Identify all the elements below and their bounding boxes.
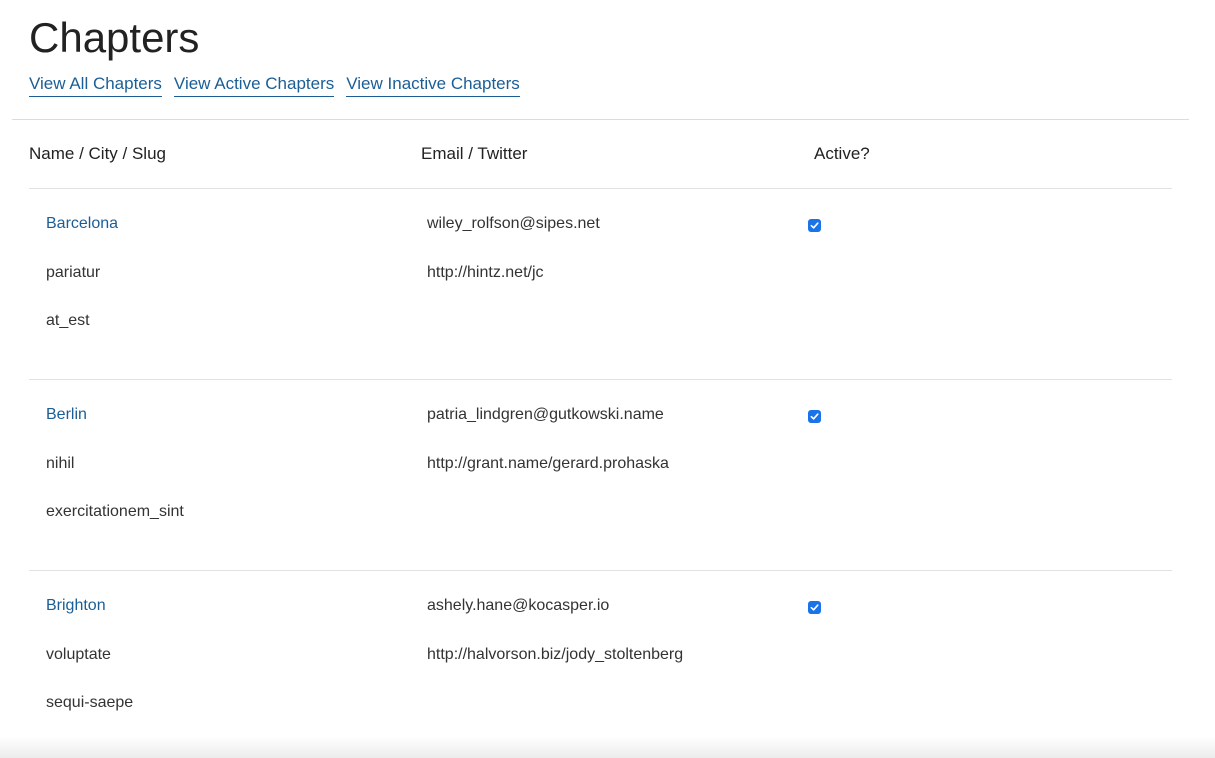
view-inactive-chapters-link[interactable]: View Inactive Chapters	[346, 74, 520, 97]
page-title: Chapters	[29, 14, 200, 61]
chapter-slug: sequi-saepe	[46, 694, 134, 711]
chapter-email: patria_lindgren@gutkowski.name	[427, 406, 664, 423]
chapter-twitter: http://grant.name/gerard.prohaska	[427, 455, 669, 472]
active-checkbox[interactable]	[808, 219, 821, 232]
bottom-scroll-shadow	[0, 736, 1215, 758]
chapter-filter-nav: View All Chapters View Active Chapters V…	[29, 74, 520, 97]
check-icon	[810, 413, 819, 420]
chapter-name-link[interactable]: Berlin	[46, 405, 87, 425]
column-header-name: Name / City / Slug	[29, 144, 166, 163]
table-header: Name / City / Slug Email / Twitter Activ…	[29, 140, 1172, 168]
chapter-name-link[interactable]: Brighton	[46, 596, 106, 616]
table-row: Barcelona pariatur at_est wiley_rolfson@…	[29, 189, 1172, 380]
chapter-twitter: http://hintz.net/jc	[427, 264, 544, 281]
view-active-chapters-link[interactable]: View Active Chapters	[173, 74, 335, 97]
chapters-page: Chapters View All Chapters View Active C…	[0, 0, 1215, 758]
column-header-active: Active?	[814, 144, 870, 163]
view-all-chapters-link[interactable]: View All Chapters	[29, 74, 162, 97]
chapter-slug: exercitationem_sint	[46, 503, 184, 520]
chapter-city: pariatur	[46, 264, 101, 281]
chapter-city: nihil	[46, 455, 75, 472]
check-icon	[810, 222, 819, 229]
chapter-twitter: http://halvorson.biz/jody_stoltenberg	[427, 646, 684, 663]
check-icon	[810, 604, 819, 611]
chapter-city: voluptate	[46, 646, 111, 663]
chapter-email: ashely.hane@kocasper.io	[427, 597, 610, 614]
divider	[12, 119, 1189, 120]
chapter-slug: at_est	[46, 312, 90, 329]
column-header-email: Email / Twitter	[421, 144, 528, 163]
chapter-email: wiley_rolfson@sipes.net	[427, 215, 600, 232]
chapters-table-body: Barcelona pariatur at_est wiley_rolfson@…	[29, 189, 1172, 758]
chapter-name-link[interactable]: Barcelona	[46, 214, 118, 234]
table-row: Berlin nihil exercitationem_sint patria_…	[29, 380, 1172, 571]
active-checkbox[interactable]	[808, 601, 821, 614]
active-checkbox[interactable]	[808, 410, 821, 423]
table-row: Brighton voluptate sequi-saepe ashely.ha…	[29, 571, 1172, 758]
